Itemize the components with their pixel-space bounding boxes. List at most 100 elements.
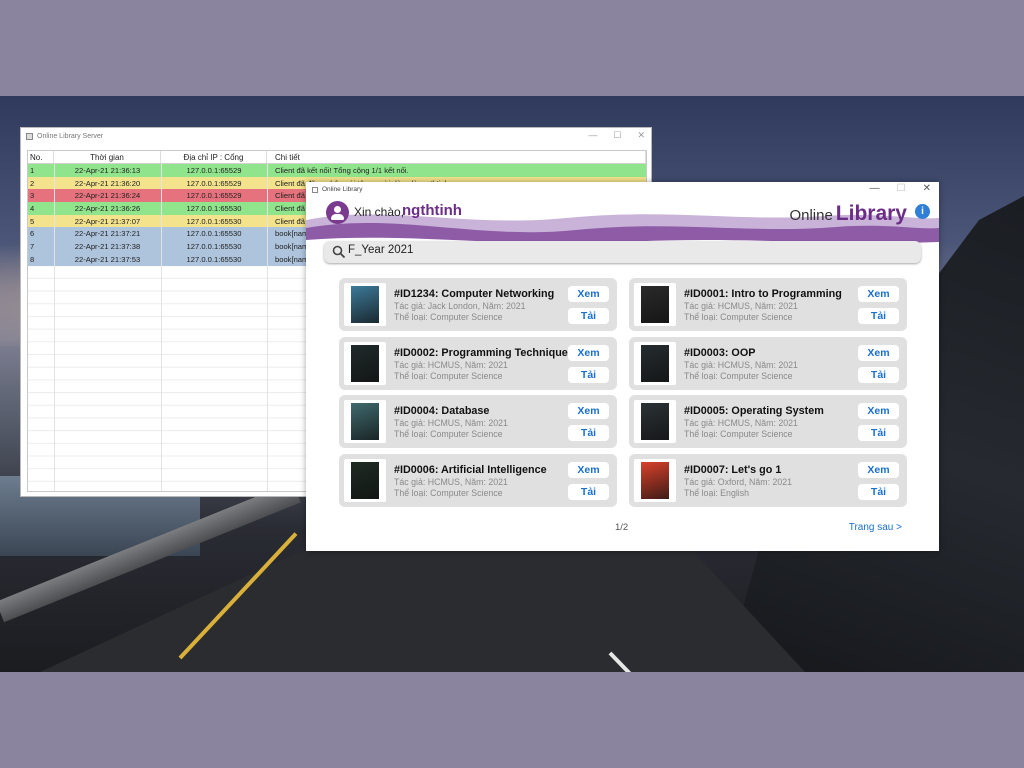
book-author-year: Tác giả: HCMUS, Năm: 2021: [394, 418, 508, 429]
book-card[interactable]: #ID0004: Database Tác giả: HCMUS, Năm: 20…: [339, 395, 617, 449]
server-titlebar[interactable]: Online Library Server: [21, 128, 651, 144]
book-title: #ID0007: Let's go 1: [684, 464, 782, 477]
library-header: Xin chào, ngthtinh Online Library i: [306, 200, 939, 230]
log-time: 22-Apr-21 21:36:24: [74, 191, 141, 201]
brand-logo: Online Library: [789, 202, 907, 226]
book-cover-thumbnail: [634, 459, 676, 503]
close-button[interactable]: ✕: [637, 130, 645, 141]
book-genre: Thể loại: Computer Science: [394, 488, 503, 499]
book-cover-image: [351, 403, 379, 441]
log-no: 4: [30, 203, 35, 213]
book-genre: Thể loại: Computer Science: [394, 429, 503, 440]
download-button[interactable]: Tải: [568, 366, 609, 383]
log-time: 22-Apr-21 21:37:38: [74, 241, 141, 251]
column-header-no[interactable]: No.: [28, 151, 54, 163]
log-no: 8: [30, 254, 35, 264]
book-cover-image: [641, 462, 669, 500]
book-cover-image: [351, 344, 379, 382]
download-button[interactable]: Tải: [858, 366, 899, 383]
log-detail: Client đã kết nối! Tổng cộng 1/1 kết nối…: [275, 165, 409, 175]
book-cover-thumbnail: [634, 341, 676, 385]
log-ip: 127.0.0.1:65529: [186, 178, 242, 188]
view-button[interactable]: Xem: [858, 403, 899, 420]
book-author-year: Tác giả: HCMUS, Năm: 2021: [394, 477, 508, 488]
column-header-detail[interactable]: Chi tiết: [267, 151, 646, 163]
brand-prefix: Online: [789, 207, 833, 224]
view-button[interactable]: Xem: [568, 462, 609, 479]
search-icon: [332, 245, 346, 259]
search-input[interactable]: F_Year 2021: [348, 244, 413, 256]
log-ip: 127.0.0.1:65530: [186, 254, 242, 264]
book-author-year: Tác giả: HCMUS, Năm: 2021: [684, 359, 798, 370]
next-page-link[interactable]: Trang sau >: [849, 522, 902, 533]
book-author-year: Tác giả: Oxford, Năm: 2021: [684, 477, 793, 488]
log-no: 5: [30, 216, 35, 226]
maximize-button[interactable]: ☐: [897, 183, 906, 194]
page-indicator: 1/2: [615, 522, 629, 533]
download-button[interactable]: Tải: [858, 484, 899, 501]
book-cover-image: [351, 462, 379, 500]
server-window-title: Online Library Server: [37, 132, 104, 140]
log-no: 2: [30, 178, 35, 188]
book-cover-thumbnail: [344, 459, 386, 503]
book-cover-image: [351, 286, 379, 323]
book-cover-thumbnail: [634, 400, 676, 444]
book-cover-thumbnail: [344, 400, 386, 444]
column-header-ip[interactable]: Địa chỉ IP : Cổng: [161, 151, 267, 163]
book-cover-thumbnail: [344, 341, 386, 385]
book-title: #ID0005: Operating System: [684, 405, 824, 418]
book-card[interactable]: #ID0003: OOP Tác giả: HCMUS, Năm: 2021 Thể…: [629, 336, 907, 390]
view-button[interactable]: Xem: [568, 403, 609, 420]
view-button[interactable]: Xem: [858, 462, 899, 479]
book-card[interactable]: #ID1234: Computer Networking Tác giả: Jac…: [339, 278, 617, 331]
log-time: 22-Apr-21 21:36:20: [74, 178, 141, 188]
book-title: #ID0006: Artificial Intelligence: [394, 464, 547, 477]
book-card[interactable]: #ID0006: Artificial Intelligence Tác giả:…: [339, 454, 617, 508]
book-genre: Thể loại: Computer Science: [394, 312, 503, 322]
view-button[interactable]: Xem: [858, 344, 899, 361]
view-button[interactable]: Xem: [568, 286, 609, 302]
minimize-button[interactable]: —: [870, 183, 880, 194]
view-button[interactable]: Xem: [568, 344, 609, 361]
log-row[interactable]: 1 22-Apr-21 21:36:13 127.0.0.1:65529 Client…: [28, 164, 646, 177]
greeting-text: Xin chào,: [354, 205, 405, 219]
close-button[interactable]: ✕: [923, 183, 931, 194]
book-cover-image: [641, 403, 669, 441]
log-ip: 127.0.0.1:65529: [186, 165, 242, 175]
book-card[interactable]: #ID0005: Operating System Tác giả: HCMUS,…: [629, 395, 907, 449]
book-genre: Thể loại: Computer Science: [684, 429, 793, 440]
book-title: #ID0004: Database: [394, 405, 490, 418]
log-time: 22-Apr-21 21:37:21: [74, 229, 141, 239]
log-table-header: No. Thời gian Địa chỉ IP : Cổng Chi tiết: [28, 151, 646, 164]
brand-main: Library: [835, 202, 907, 225]
minimize-button[interactable]: —: [588, 130, 597, 141]
log-ip: 127.0.0.1:65529: [186, 191, 242, 201]
book-card[interactable]: #ID0007: Let's go 1 Tác giả: Oxford, Năm:…: [629, 454, 907, 508]
book-cover-image: [641, 344, 669, 382]
log-ip: 127.0.0.1:65530: [186, 229, 242, 239]
library-titlebar[interactable]: Online Library: [306, 182, 939, 197]
book-card[interactable]: #ID0001: Intro to Programming Tác giả: HC…: [629, 278, 907, 331]
info-icon[interactable]: i: [915, 204, 930, 219]
download-button[interactable]: Tải: [858, 308, 899, 324]
maximize-button[interactable]: ☐: [613, 130, 621, 141]
app-icon: [312, 186, 318, 193]
book-cover-thumbnail: [344, 283, 386, 326]
book-author-year: Tác giả: HCMUS, Năm: 2021: [684, 418, 798, 429]
book-genre: Thể loại: English: [684, 488, 750, 499]
book-card[interactable]: #ID0002: Programming Technique Tác giả: H…: [339, 336, 617, 390]
search-bar[interactable]: F_Year 2021: [324, 241, 921, 263]
user-avatar-icon[interactable]: [326, 201, 349, 224]
view-button[interactable]: Xem: [858, 286, 899, 302]
column-header-time[interactable]: Thời gian: [54, 151, 161, 163]
log-time: 22-Apr-21 21:36:13: [74, 165, 141, 175]
username: ngthtinh: [402, 202, 462, 219]
download-button[interactable]: Tải: [568, 425, 609, 442]
book-title: #ID0001: Intro to Programming: [684, 288, 842, 300]
download-button[interactable]: Tải: [568, 308, 609, 324]
log-no: 7: [30, 241, 35, 251]
library-window-title: Online Library: [322, 186, 363, 193]
log-ip: 127.0.0.1:65530: [186, 216, 242, 226]
download-button[interactable]: Tải: [858, 425, 899, 442]
download-button[interactable]: Tải: [568, 484, 609, 501]
